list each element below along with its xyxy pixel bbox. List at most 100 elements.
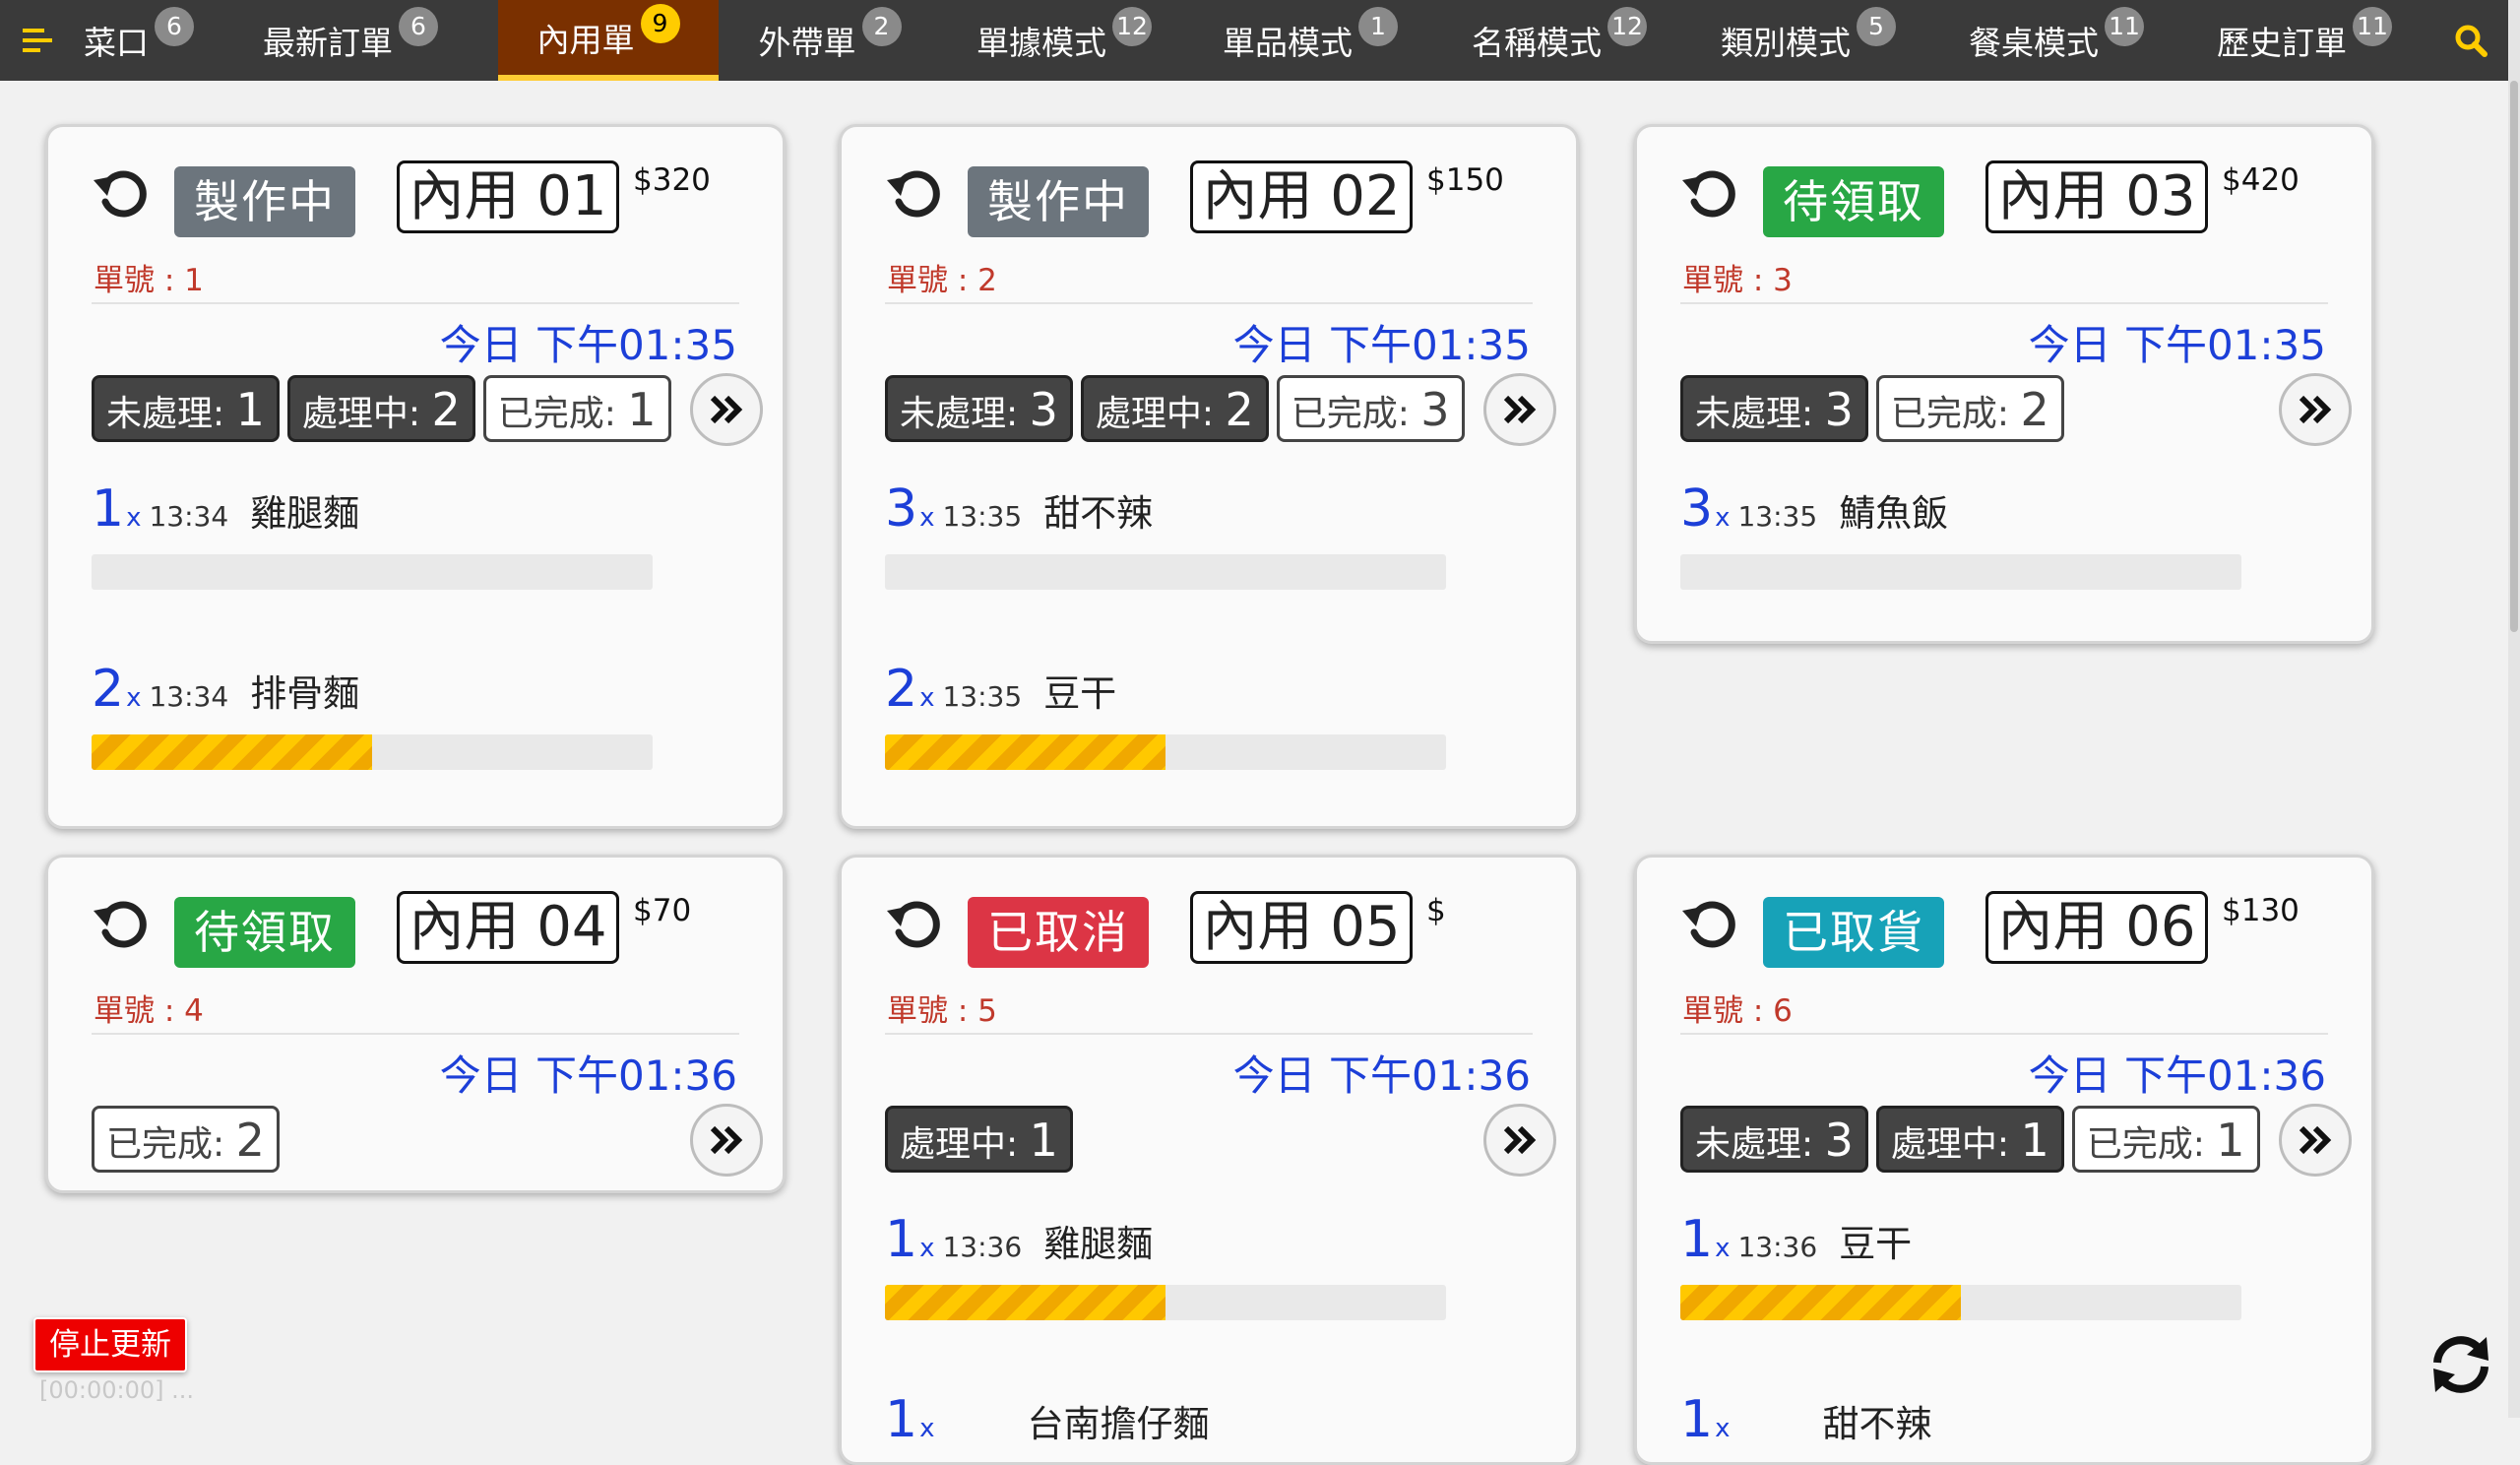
processing-count[interactable]: 處理中: 2 xyxy=(1080,375,1269,442)
order-time: 今日 下午01:36 xyxy=(439,1051,737,1100)
order-item[interactable]: 2 x 13:34 排骨麵 xyxy=(92,660,662,770)
tab-label: 最新訂單 xyxy=(263,24,393,62)
tab-count-badge: 2 xyxy=(861,7,902,46)
done-count[interactable]: 已完成: 3 xyxy=(1276,375,1465,442)
tab-name-mode[interactable]: 名稱模式 12 xyxy=(1433,0,1685,81)
item-time: 13:36 xyxy=(1737,1231,1818,1263)
advance-button[interactable] xyxy=(1483,1104,1556,1177)
processing-value: 2 xyxy=(431,383,461,436)
advance-button[interactable] xyxy=(690,1104,763,1177)
item-qty: 1 xyxy=(885,1390,918,1449)
pending-count[interactable]: 未處理: 3 xyxy=(885,375,1073,442)
done-count[interactable]: 已完成: 2 xyxy=(1875,375,2064,442)
tab-item-mode[interactable]: 單品模式 1 xyxy=(1187,0,1433,81)
order-price: $150 xyxy=(1426,162,1504,198)
item-qty: 2 xyxy=(92,660,125,719)
undo-icon[interactable] xyxy=(885,162,948,225)
top-nav: 菜口 6 最新訂單 6 內用單 9 外帶單 2 單據模式 12 單品模式 1 名… xyxy=(0,0,2508,81)
undo-icon[interactable] xyxy=(885,893,948,956)
pending-label: 未處理: xyxy=(106,394,236,434)
done-value: 1 xyxy=(2216,1114,2245,1167)
order-item[interactable]: 2 x 13:35 豆干 xyxy=(885,660,1456,770)
status-badge: 待領取 xyxy=(1763,166,1944,237)
order-card-1: 製作中 內用 01 $320 單號 : 1 今日 下午01:35 未處理: 1 … xyxy=(45,124,786,829)
tab-menu[interactable]: 菜口 6 xyxy=(75,0,203,81)
tab-category-mode[interactable]: 類別模式 5 xyxy=(1685,0,1931,81)
tab-receipt-mode[interactable]: 單據模式 12 xyxy=(941,0,1187,81)
menu-icon[interactable] xyxy=(0,0,75,81)
page-scrollbar[interactable] xyxy=(2508,0,2520,1418)
order-item[interactable]: 1 x 甜不辣 xyxy=(1680,1390,2251,1455)
order-time: 今日 下午01:35 xyxy=(2028,321,2326,369)
tab-history-orders[interactable]: 歷史訂單 11 xyxy=(2181,0,2427,81)
pending-value: 3 xyxy=(1824,1114,1854,1167)
undo-icon[interactable] xyxy=(92,893,155,956)
tab-latest-orders[interactable]: 最新訂單 6 xyxy=(203,0,498,81)
tab-count-badge: 12 xyxy=(1112,7,1152,46)
advance-button[interactable] xyxy=(690,373,763,446)
done-count[interactable]: 已完成: 2 xyxy=(92,1106,280,1173)
order-item[interactable]: 1 x 13:34 雞腿麵 xyxy=(92,479,662,590)
pending-value: 1 xyxy=(235,383,265,436)
advance-button[interactable] xyxy=(1483,373,1556,446)
tab-count-badge: 6 xyxy=(399,7,438,46)
tab-dine-in[interactable]: 內用單 9 xyxy=(498,0,719,81)
item-progress xyxy=(1680,554,2241,590)
status-counts: 未處理: 1 處理中: 2 已完成: 1 xyxy=(92,375,671,442)
pending-count[interactable]: 未處理: 3 xyxy=(1680,375,1868,442)
status-counts: 處理中: 1 xyxy=(885,1106,1073,1173)
order-item[interactable]: 1 x 台南擔仔麵 xyxy=(885,1390,1456,1455)
divider xyxy=(92,302,739,304)
undo-icon[interactable] xyxy=(1680,162,1743,225)
order-number: 單號 : 2 xyxy=(887,263,997,298)
order-price: $70 xyxy=(633,893,692,928)
order-time: 今日 下午01:35 xyxy=(1232,321,1531,369)
pending-count[interactable]: 未處理: 1 xyxy=(92,375,280,442)
item-name: 排骨麵 xyxy=(250,672,360,715)
item-qty: 1 xyxy=(1680,1390,1714,1449)
footer-status-text: [00:00:00] ... xyxy=(39,1376,195,1404)
order-price: $130 xyxy=(2222,893,2300,928)
stop-refresh-button[interactable]: 停止更新 xyxy=(33,1317,187,1372)
double-chevron-right-icon xyxy=(710,1125,743,1155)
order-item[interactable]: 3 x 13:35 鯖魚飯 xyxy=(1680,479,2251,590)
scrollbar-thumb[interactable] xyxy=(2510,81,2518,632)
divider xyxy=(885,302,1533,304)
advance-button[interactable] xyxy=(2279,1104,2352,1177)
item-qty: 1 xyxy=(1680,1210,1714,1269)
status-counts: 已完成: 2 xyxy=(92,1106,280,1173)
pending-count[interactable]: 未處理: 3 xyxy=(1680,1106,1868,1173)
search-icon[interactable] xyxy=(2433,0,2508,81)
item-name: 豆干 xyxy=(1839,1223,1913,1265)
tab-table-mode[interactable]: 餐桌模式 11 xyxy=(1931,0,2181,81)
processing-count[interactable]: 處理中: 1 xyxy=(1875,1106,2064,1173)
tab-label: 外帶單 xyxy=(758,24,856,62)
tab-takeout[interactable]: 外帶單 2 xyxy=(719,0,941,81)
done-count[interactable]: 已完成: 1 xyxy=(2071,1106,2260,1173)
pending-label: 未處理: xyxy=(1695,394,1825,434)
order-item[interactable]: 1 x 13:36 豆干 xyxy=(1680,1210,2251,1320)
advance-button[interactable] xyxy=(2279,373,2352,446)
done-label: 已完成: xyxy=(497,394,628,434)
order-item[interactable]: 1 x 13:36 雞腿麵 xyxy=(885,1210,1456,1320)
processing-count[interactable]: 處理中: 1 xyxy=(885,1106,1073,1173)
processing-count[interactable]: 處理中: 2 xyxy=(286,375,475,442)
order-card-5: 已取消 內用 05 $ 單號 : 5 今日 下午01:36 處理中: 1 1x1… xyxy=(839,855,1579,1465)
tab-count-badge: 1 xyxy=(1358,7,1398,46)
item-time: 13:34 xyxy=(149,500,229,533)
done-count[interactable]: 已完成: 1 xyxy=(482,375,671,442)
refresh-icon[interactable] xyxy=(2426,1329,2496,1400)
order-price: $320 xyxy=(633,162,711,198)
order-card-4: 待領取 內用 04 $70 單號 : 4 今日 下午01:36 已完成: 2 xyxy=(45,855,786,1193)
order-number: 單號 : 1 xyxy=(94,263,204,298)
status-badge: 製作中 xyxy=(968,166,1149,237)
order-time: 今日 下午01:36 xyxy=(2028,1051,2326,1100)
item-name: 台南擔仔麵 xyxy=(1027,1403,1210,1445)
tab-label: 菜口 xyxy=(84,24,149,62)
order-item[interactable]: 3 x 13:35 甜不辣 xyxy=(885,479,1456,590)
tab-label: 內用單 xyxy=(536,21,635,59)
undo-icon[interactable] xyxy=(1680,893,1743,956)
table-label: 內用 01 xyxy=(397,160,619,233)
undo-icon[interactable] xyxy=(92,162,155,225)
processing-value: 2 xyxy=(1225,383,1254,436)
